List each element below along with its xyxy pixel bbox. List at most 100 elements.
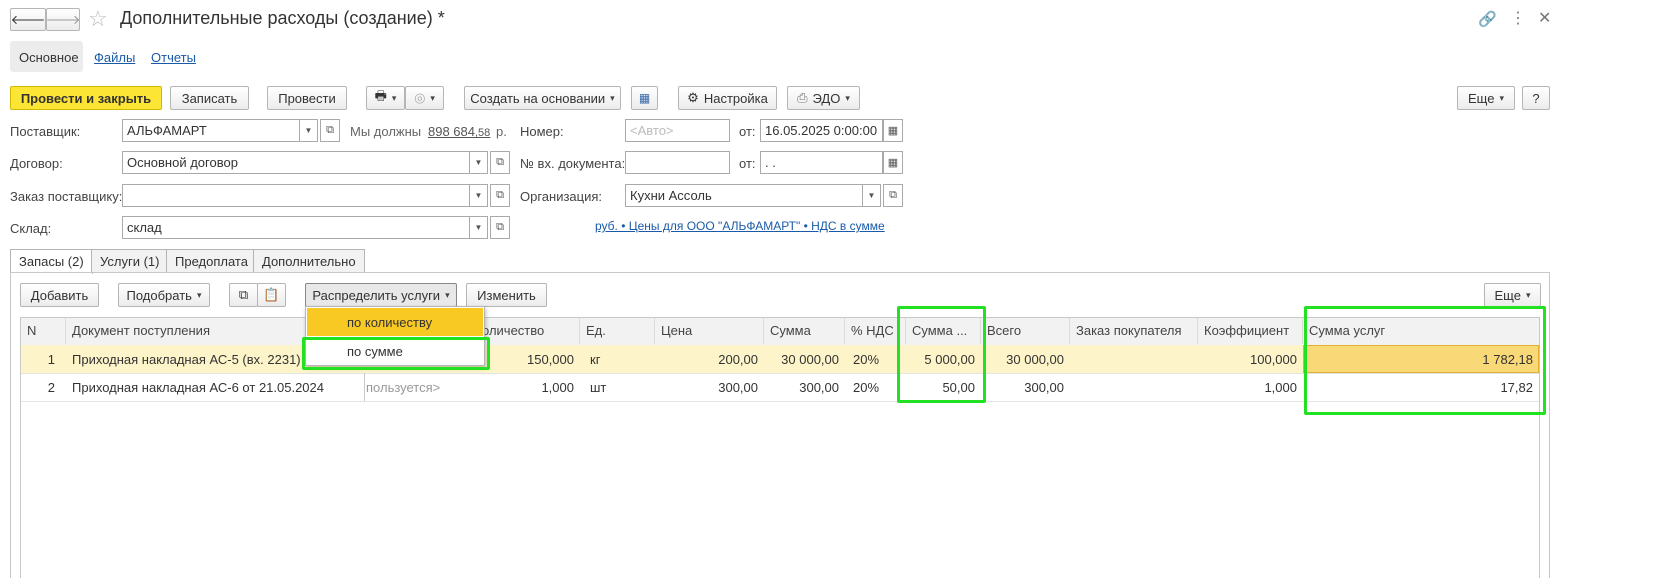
create-based-button[interactable]: Создать на основании ▾ [464, 86, 621, 110]
calendar2-icon[interactable]: ▦ [883, 151, 903, 174]
col-order[interactable]: Заказ покупателя [1070, 318, 1198, 344]
date-from-label: от: [739, 124, 756, 139]
supplier-field[interactable]: АЛЬФАМАРТ [122, 119, 300, 142]
supplier-open-icon[interactable]: ⧉ [320, 119, 340, 142]
edo-label: ЭДО [812, 90, 841, 106]
order-open-icon[interactable]: ⧉ [490, 184, 510, 207]
tab-files[interactable]: Файлы [94, 50, 135, 65]
table-more-button[interactable]: Еще ▾ [1484, 283, 1541, 307]
warehouse-open-icon[interactable]: ⧉ [490, 216, 510, 239]
post-close-button[interactable]: Провести и закрыть [10, 86, 162, 110]
price-settings-link[interactable]: руб. • Цены для ООО "АЛЬФАМАРТ" • НДС в … [595, 219, 885, 233]
cell-sum: 30 000,00 [781, 352, 839, 367]
edo-button[interactable]: ⎙ ЭДО ▾ [787, 86, 860, 110]
debt-currency: р. [496, 124, 507, 139]
structure-button[interactable]: ▦ [631, 86, 658, 110]
cell-qty: 1,000 [541, 380, 574, 395]
tab-reports[interactable]: Отчеты [151, 50, 196, 65]
tab-prepayment[interactable]: Предоплата [166, 249, 257, 273]
kebab-menu-icon[interactable]: ⋮ [1510, 8, 1526, 28]
supplier-dropdown-icon[interactable]: ▼ [300, 119, 318, 142]
close-icon[interactable]: ✕ [1538, 8, 1551, 28]
tab-additional[interactable]: Дополнительно [253, 249, 365, 273]
cell-order [1070, 374, 1198, 401]
more-label: Еще [1468, 90, 1495, 106]
col-unit[interactable]: Ед. [580, 318, 655, 344]
cell-price: 200,00 [718, 352, 758, 367]
contract-dropdown-icon[interactable]: ▼ [470, 151, 488, 174]
supplier-label: Поставщик: [10, 124, 81, 139]
save-button[interactable]: Записать [170, 86, 249, 110]
org-label: Организация: [520, 189, 603, 204]
cell-total: 30 000,00 [1006, 352, 1064, 367]
cell-price: 300,00 [718, 380, 758, 395]
cell-qty-note: пользуется> [366, 380, 441, 395]
order-dropdown-icon[interactable]: ▼ [470, 184, 488, 207]
pick-button[interactable]: Подобрать ▾ [118, 283, 210, 307]
col-n[interactable]: N [21, 318, 66, 344]
distribute-button[interactable]: Распределить услуги ▾ [305, 283, 457, 307]
tab-stock[interactable]: Запасы (2) [10, 249, 93, 274]
paste-button[interactable]: 📋 [257, 283, 286, 307]
warehouse-dropdown-icon[interactable]: ▼ [470, 216, 488, 239]
distribute-label: Распределить услуги [312, 287, 441, 303]
org-open-icon[interactable]: ⧉ [883, 184, 903, 207]
contract-label: Договор: [10, 156, 63, 171]
edo-icon: ⎙ [797, 90, 808, 105]
change-button[interactable]: Изменить [466, 283, 547, 307]
back-button[interactable]: 🡐 [10, 8, 46, 31]
order-field[interactable] [122, 184, 470, 207]
table-more-label: Еще [1494, 287, 1521, 303]
warehouse-label: Склад: [10, 221, 52, 236]
cell-n: 2 [47, 380, 55, 395]
debt-text: Мы должны [350, 124, 422, 139]
cell-coef: 100,000 [1250, 352, 1297, 367]
date2-field[interactable]: . . [760, 151, 883, 174]
contract-open-icon[interactable]: ⧉ [490, 151, 510, 174]
settings-button[interactable]: ⚙ Настройка [678, 86, 777, 110]
col-price[interactable]: Цена [655, 318, 764, 344]
incoming-doc-field[interactable] [625, 151, 730, 174]
link-icon[interactable]: 🔗 [1478, 10, 1497, 28]
date2-from-label: от: [739, 156, 756, 171]
col-coef[interactable]: Коэффициент [1198, 318, 1303, 344]
forward-button[interactable]: 🡒 [46, 8, 80, 31]
tab-main-label[interactable]: Основное [19, 50, 79, 65]
structure-icon: ▦ [638, 91, 651, 105]
col-sum[interactable]: Сумма [764, 318, 845, 344]
number-field[interactable]: <Авто> [625, 119, 730, 142]
gear-icon: ⚙ [687, 90, 699, 105]
warehouse-field[interactable]: склад [122, 216, 470, 239]
copy-icon: ⧉ [238, 287, 249, 302]
highlight-by-sum [302, 337, 490, 370]
print-button[interactable]: 🖶 ▾ [366, 86, 405, 110]
number-label: Номер: [520, 124, 564, 139]
create-based-label: Создать на основании [470, 90, 606, 106]
post-button[interactable]: Провести [267, 86, 347, 110]
highlight-vat-sum-column [897, 306, 986, 403]
org-field[interactable]: Кухни Ассоль [625, 184, 863, 207]
cell-doc: Приходная накладная АС-5 (вх. 2231) от [72, 352, 306, 367]
tab-services[interactable]: Услуги (1) [91, 249, 169, 273]
cell-n: 1 [47, 352, 55, 367]
date-field[interactable]: 16.05.2025 0:00:00 [760, 119, 883, 142]
debt-amount[interactable]: 898 684,58 [428, 124, 490, 139]
contract-field[interactable]: Основной договор [122, 151, 470, 174]
arrow-left-icon: 🡐 [10, 11, 46, 27]
col-total[interactable]: Всего [981, 318, 1070, 344]
dropdown-item-by-quantity-label[interactable]: по количеству [347, 315, 432, 330]
org-dropdown-icon[interactable]: ▼ [863, 184, 881, 207]
calendar-icon[interactable]: ▦ [883, 119, 903, 142]
cell-qty: 150,000 [527, 352, 574, 367]
send-button[interactable]: ◎ ▾ [405, 86, 444, 110]
cell-order [1070, 346, 1198, 373]
help-button[interactable]: ? [1522, 86, 1550, 110]
star-icon[interactable]: ☆ [88, 6, 108, 32]
paste-icon: 📋 [263, 287, 280, 302]
add-button[interactable]: Добавить [20, 283, 99, 307]
cell-unit: шт [590, 380, 607, 395]
more-button[interactable]: Еще ▾ [1457, 86, 1515, 110]
arrow-right-icon: 🡒 [45, 11, 81, 27]
copy-button[interactable]: ⧉ [229, 283, 258, 307]
page-title: Дополнительные расходы (создание) * [120, 8, 445, 28]
